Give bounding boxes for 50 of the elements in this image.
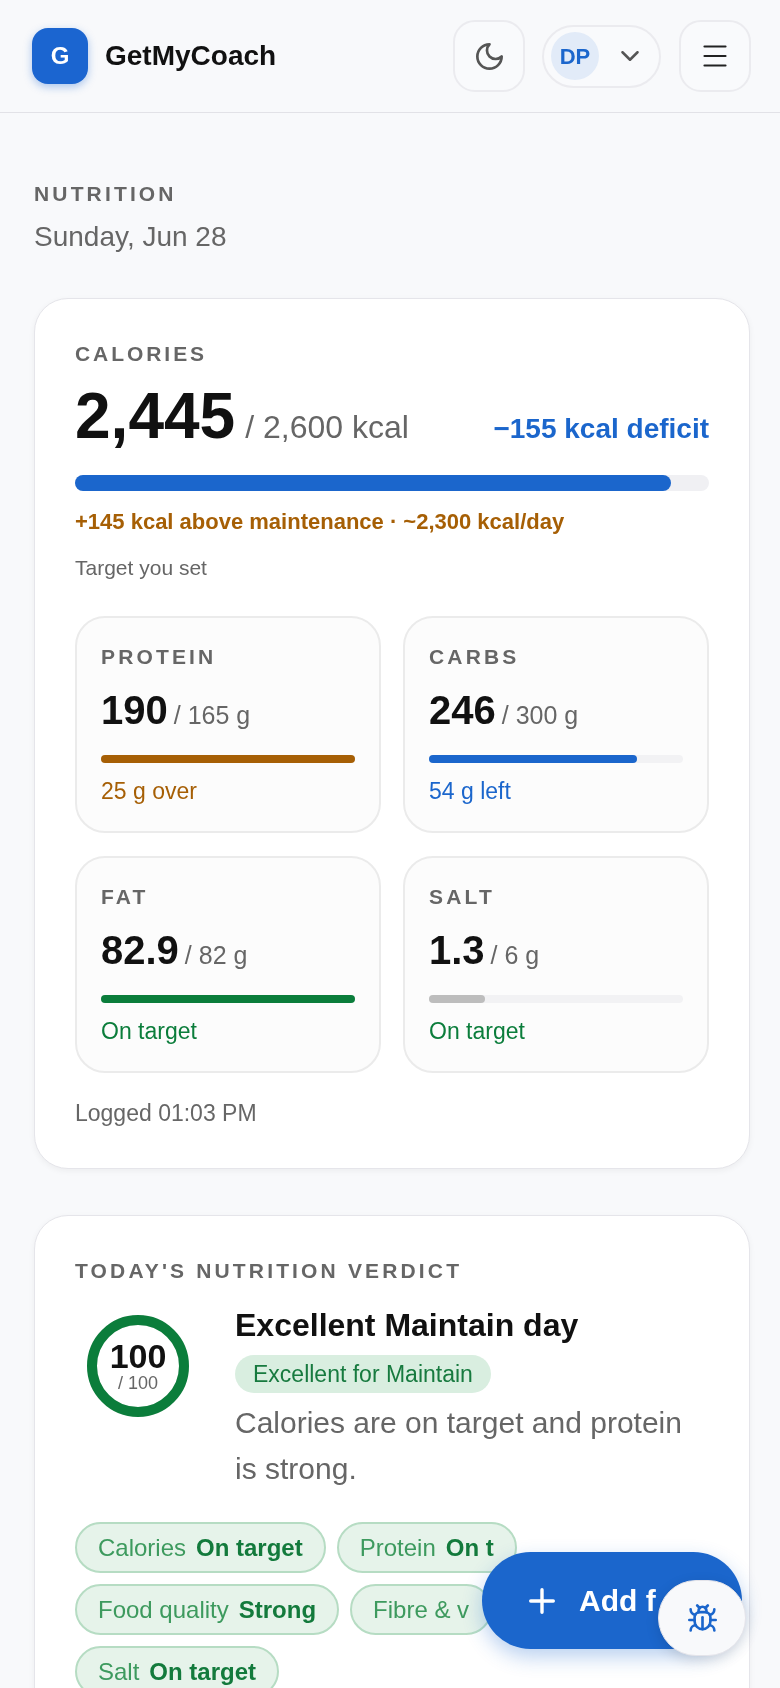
macro-value: 190 <box>101 687 168 734</box>
score-value: 100 <box>109 1339 167 1373</box>
calorie-balance: −155 kcal deficit <box>493 415 709 443</box>
menu-icon <box>703 45 727 67</box>
target-note: Target you set <box>75 555 208 581</box>
chip-label: Fibre & v <box>373 1594 470 1625</box>
macro-value: 1.3 <box>429 927 485 974</box>
section-label: NUTRITION <box>34 181 178 207</box>
chip-value: On target <box>149 1656 257 1687</box>
calories-label: CALORIES <box>75 341 209 367</box>
macro-status: On target <box>101 1017 198 1046</box>
macro-target: / 165 g <box>173 700 251 730</box>
macro-status: 25 g over <box>101 777 198 806</box>
maintenance-note: +145 kcal above maintenance · ~2,300 kcal/day <box>75 508 566 536</box>
verdict-label: TODAY'S NUTRITION VERDICT <box>75 1258 464 1284</box>
macro-value: 82.9 <box>101 927 179 974</box>
app-logo[interactable]: G <box>32 28 88 84</box>
macro-label: SALT <box>429 884 496 910</box>
chip-value: Strong <box>238 1594 317 1625</box>
macro-label: CARBS <box>429 644 521 670</box>
theme-toggle-button[interactable] <box>453 20 525 92</box>
avatar: DP <box>551 32 599 80</box>
moon-icon <box>475 42 503 70</box>
plus-icon <box>529 1587 555 1614</box>
calories-target: / 2,600 kcal <box>245 411 409 443</box>
profile-menu-button[interactable]: DP <box>542 24 661 88</box>
chevron-down-icon <box>621 51 639 61</box>
macro-target: / 6 g <box>490 940 540 970</box>
verdict-summary: Calories are on target and protein is strong. <box>235 1405 683 1487</box>
macro-target: / 300 g <box>501 700 579 730</box>
macro-label: FAT <box>101 884 150 910</box>
logged-time: Logged 01:03 PM <box>75 1099 258 1128</box>
macro-target: / 82 g <box>184 940 248 970</box>
chip-label: Food quality <box>98 1594 229 1625</box>
date-text: Sunday, Jun 28 <box>34 220 228 254</box>
chip-value: On target <box>196 1532 303 1563</box>
bug-icon <box>687 1604 717 1632</box>
macro-value: 246 <box>429 687 496 734</box>
chip-label: Salt <box>98 1656 140 1687</box>
calories-value: 2,445 <box>75 384 236 448</box>
chip-label: Protein <box>359 1532 436 1563</box>
verdict-badge: Excellent for Maintain <box>235 1355 491 1393</box>
app-name: GetMyCoach <box>105 39 277 73</box>
chip-label: Calories <box>98 1532 187 1563</box>
verdict-title: Excellent Maintain day <box>235 1306 580 1345</box>
menu-button[interactable] <box>679 20 751 92</box>
macro-status: On target <box>429 1017 526 1046</box>
macro-status: 54 g left <box>429 777 512 806</box>
macro-label: PROTEIN <box>101 644 218 670</box>
score-max: / 100 <box>117 1373 158 1393</box>
